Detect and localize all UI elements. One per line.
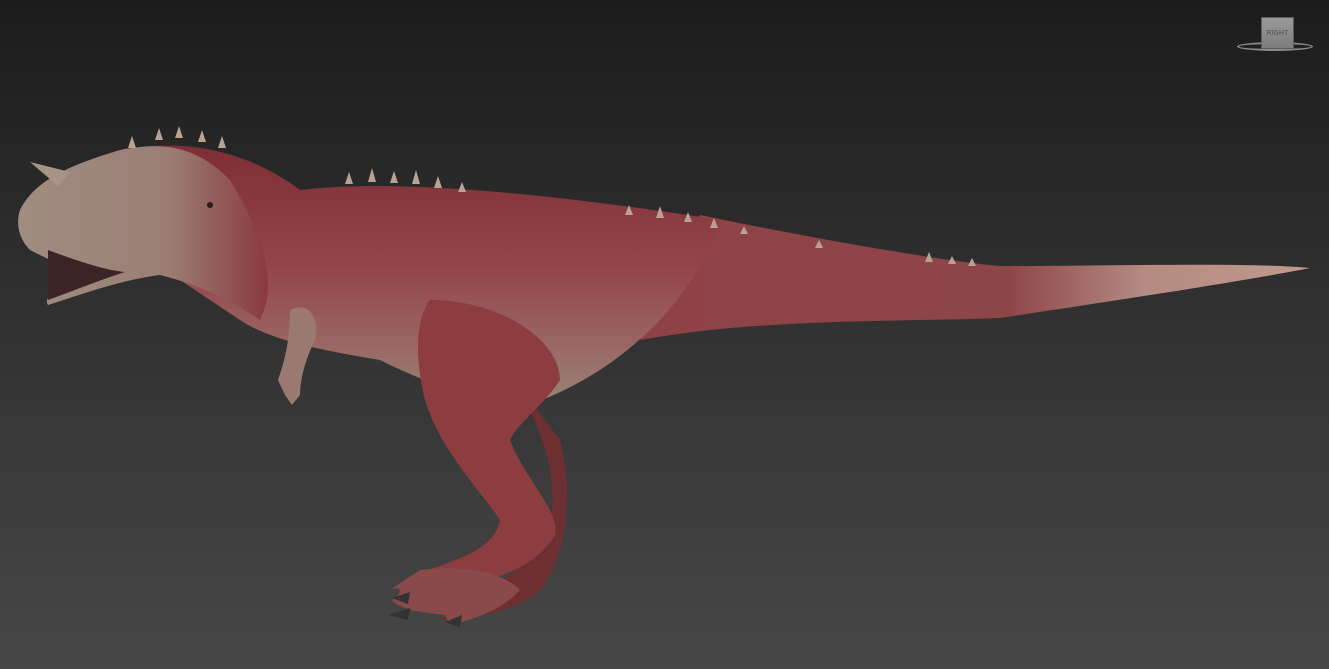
dinosaur-model[interactable] xyxy=(0,0,1329,669)
claw xyxy=(388,608,410,620)
eye xyxy=(207,202,213,208)
viewcube-face-label: RIGHT xyxy=(1266,29,1289,37)
foot xyxy=(390,568,520,625)
viewcube-face-right[interactable]: RIGHT xyxy=(1261,17,1294,49)
3d-viewport[interactable]: RIGHT xyxy=(0,0,1329,669)
viewcube[interactable]: RIGHT xyxy=(1234,14,1318,56)
near-leg xyxy=(416,300,560,591)
